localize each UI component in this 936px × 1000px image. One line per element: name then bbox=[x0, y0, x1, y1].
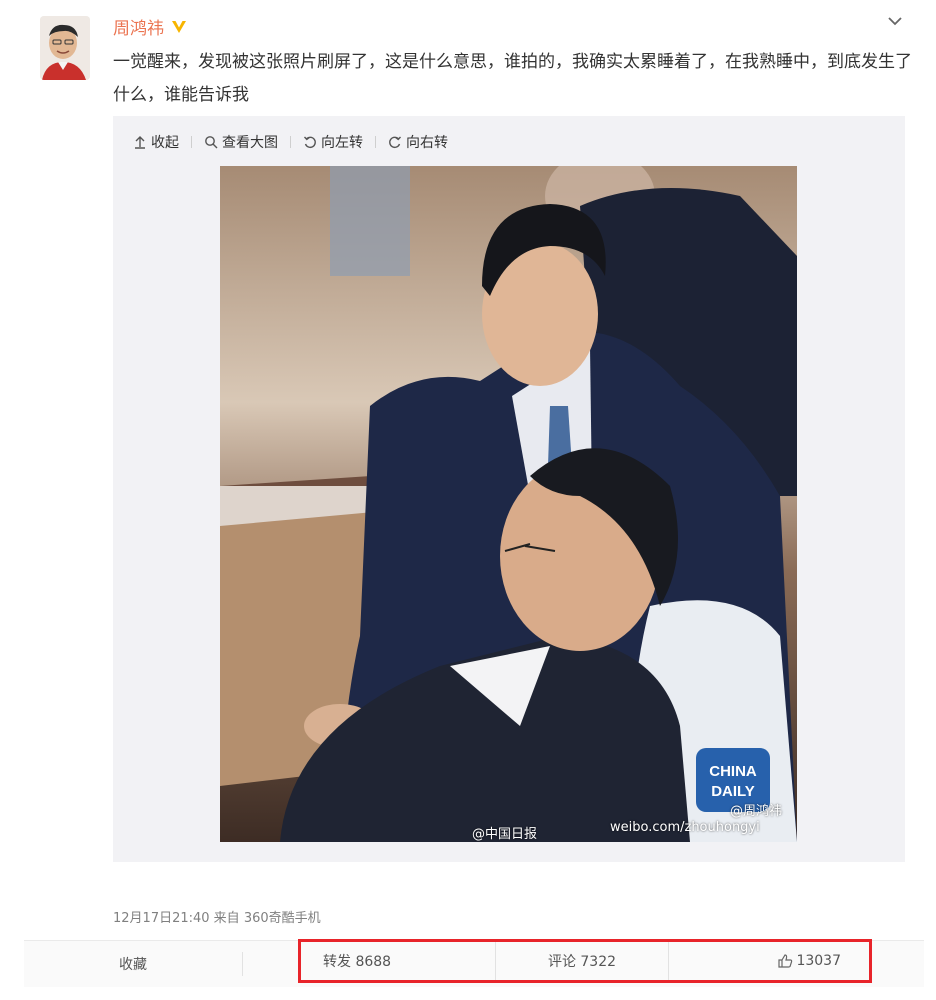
chevron-down-icon[interactable] bbox=[886, 12, 904, 30]
post-meta: 12月17日21:40 来自 360奇酷手机 bbox=[113, 911, 321, 926]
collapse-button[interactable]: 收起 bbox=[133, 132, 179, 152]
rotate-right-button[interactable]: 向右转 bbox=[388, 132, 448, 152]
collapse-icon bbox=[135, 136, 145, 149]
media-container: 收起 查看大图 向左转 向右转 CHINA DAILY @周鸿祎 @中国日报 w… bbox=[113, 116, 905, 862]
toolbar-divider bbox=[191, 136, 192, 148]
rotate-left-button[interactable]: 向左转 bbox=[303, 132, 363, 152]
comment-label: 评论 7322 bbox=[547, 954, 617, 970]
repost-label: 转发 8688 bbox=[323, 954, 392, 970]
collapse-label: 收起 bbox=[151, 135, 179, 151]
comment-button[interactable]: 评论 7322 bbox=[495, 942, 668, 980]
rotate-right-icon bbox=[389, 136, 402, 149]
view-large-label: 查看大图 bbox=[222, 135, 278, 151]
post-photo[interactable]: CHINA DAILY @周鸿祎 @中国日报 weibo.com/zhouhon… bbox=[220, 166, 797, 842]
thumb-up-icon bbox=[778, 954, 793, 968]
username[interactable]: 周鸿祎 bbox=[113, 14, 188, 39]
rotate-left-label: 向左转 bbox=[321, 135, 363, 151]
media-toolbar: 收起 查看大图 向左转 向右转 bbox=[133, 132, 448, 152]
verified-icon bbox=[172, 20, 186, 33]
watermark-brand: @中国日报 bbox=[472, 827, 538, 842]
like-button[interactable]: 13037 bbox=[668, 942, 869, 980]
action-divider bbox=[242, 952, 243, 976]
rotate-right-label: 向右转 bbox=[406, 135, 448, 151]
username-text[interactable]: 周鸿祎 bbox=[113, 14, 164, 39]
watermark-handle: @周鸿祎 bbox=[730, 804, 783, 819]
logo-line-1: CHINA bbox=[709, 763, 757, 780]
favorite-label: 收藏 bbox=[119, 957, 147, 973]
post-text: 一觉醒来，发现被这张照片刷屏了，这是什么意思，谁拍的，我确实太累睡着了，在我熟睡… bbox=[113, 52, 912, 105]
avatar[interactable] bbox=[40, 16, 90, 80]
toolbar-divider bbox=[290, 136, 291, 148]
search-icon bbox=[205, 136, 218, 149]
like-count: 13037 bbox=[796, 953, 841, 969]
toolbar-divider bbox=[375, 136, 376, 148]
watermark-url: weibo.com/zhouhongyi bbox=[610, 820, 760, 835]
action-bar: 收藏 转发 8688 评论 7322 13037 bbox=[24, 939, 924, 987]
favorite-button[interactable]: 收藏 bbox=[24, 954, 242, 974]
logo-line-2: DAILY bbox=[711, 783, 755, 800]
view-large-button[interactable]: 查看大图 bbox=[204, 132, 278, 152]
rotate-left-icon bbox=[303, 136, 316, 149]
highlight-box: 转发 8688 评论 7322 13037 bbox=[298, 939, 872, 983]
repost-button[interactable]: 转发 8688 bbox=[301, 942, 495, 980]
